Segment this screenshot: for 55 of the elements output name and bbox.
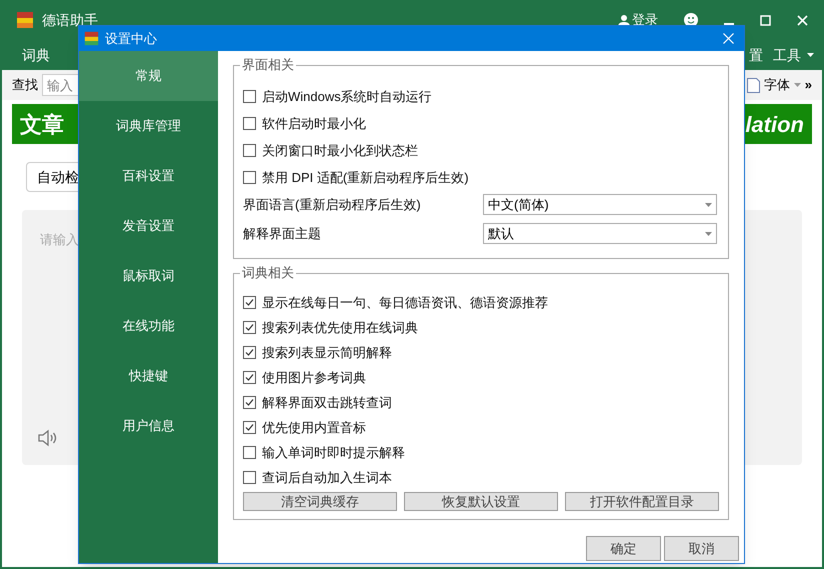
checkbox-label: 解释界面双击跳转查词 bbox=[262, 394, 392, 412]
dialog-button[interactable]: 确定 bbox=[586, 536, 661, 561]
action-button[interactable]: 打开软件配置目录 bbox=[565, 492, 719, 511]
close-icon[interactable] bbox=[723, 33, 734, 44]
book-stack-icon bbox=[16, 11, 34, 29]
dialog-button[interactable]: 取消 bbox=[664, 536, 739, 561]
search-label: 查找 bbox=[12, 76, 38, 94]
checkbox[interactable] bbox=[243, 90, 256, 103]
font-button[interactable]: 字体 bbox=[764, 75, 801, 95]
checkbox-label: 关闭窗口时最小化到状态栏 bbox=[262, 142, 418, 160]
checkbox-label: 搜索列表显示简明解释 bbox=[262, 344, 392, 362]
dropdown-caret-icon bbox=[705, 232, 712, 236]
sidebar-item[interactable]: 常规 bbox=[79, 51, 218, 101]
dropdown-caret-icon bbox=[705, 202, 712, 206]
checkbox-label: 启动Windows系统时自动运行 bbox=[262, 88, 432, 106]
close-icon[interactable] bbox=[797, 14, 808, 26]
checkbox[interactable] bbox=[243, 321, 256, 334]
dropdown[interactable]: 中文(简体) bbox=[483, 194, 717, 215]
setting-label: 界面语言(重新启动程序后生效) bbox=[243, 196, 422, 214]
action-button[interactable]: 清空词典缓存 bbox=[243, 492, 397, 511]
checkbox[interactable] bbox=[243, 171, 256, 184]
speaker-icon[interactable] bbox=[38, 429, 58, 447]
maximize-icon[interactable] bbox=[760, 14, 771, 26]
checkbox-label: 软件启动时最小化 bbox=[262, 114, 366, 133]
checkbox[interactable] bbox=[243, 117, 256, 130]
banner-title: 文章 bbox=[20, 110, 64, 138]
checkbox-label: 优先使用内置音标 bbox=[262, 418, 366, 437]
group-title: 词典相关 bbox=[240, 265, 296, 281]
checkbox-label: 搜索列表优先使用在线词典 bbox=[262, 318, 418, 337]
checkbox[interactable] bbox=[243, 371, 256, 384]
checkbox-label: 显示在线每日一句、每日德语资讯、德语资源推荐 bbox=[262, 294, 548, 312]
group-title: 界面相关 bbox=[240, 57, 296, 73]
banner-title: lation bbox=[745, 110, 804, 138]
checkbox[interactable] bbox=[243, 396, 256, 409]
checkbox[interactable] bbox=[243, 296, 256, 309]
checkbox[interactable] bbox=[243, 144, 256, 157]
checkbox[interactable] bbox=[243, 471, 256, 484]
action-button[interactable]: 恢复默认设置 bbox=[404, 492, 558, 511]
checkbox-label: 使用图片参考词典 bbox=[262, 368, 366, 387]
menu-item[interactable]: 置 bbox=[749, 44, 763, 66]
checkbox-label: 禁用 DPI 适配(重新启动程序后生效) bbox=[262, 168, 469, 187]
menu-item[interactable]: 词典 bbox=[22, 44, 50, 66]
checkbox[interactable] bbox=[243, 346, 256, 359]
checkbox-label: 查词后自动加入生词本 bbox=[262, 468, 392, 487]
dialog-title: 设置中心 bbox=[105, 30, 157, 48]
more-button[interactable]: » bbox=[804, 75, 812, 95]
checkbox[interactable] bbox=[243, 421, 256, 434]
setting-label: 解释界面主题 bbox=[243, 224, 322, 243]
dropdown-caret-icon bbox=[794, 83, 801, 87]
dropdown[interactable]: 默认 bbox=[483, 223, 717, 244]
dropdown-caret-icon bbox=[807, 53, 814, 57]
checkbox-label: 输入单词时即时提示解释 bbox=[262, 444, 405, 462]
book-stack-icon bbox=[84, 31, 99, 46]
checkbox[interactable] bbox=[243, 446, 256, 459]
menu-item[interactable]: 工具 bbox=[773, 44, 814, 66]
